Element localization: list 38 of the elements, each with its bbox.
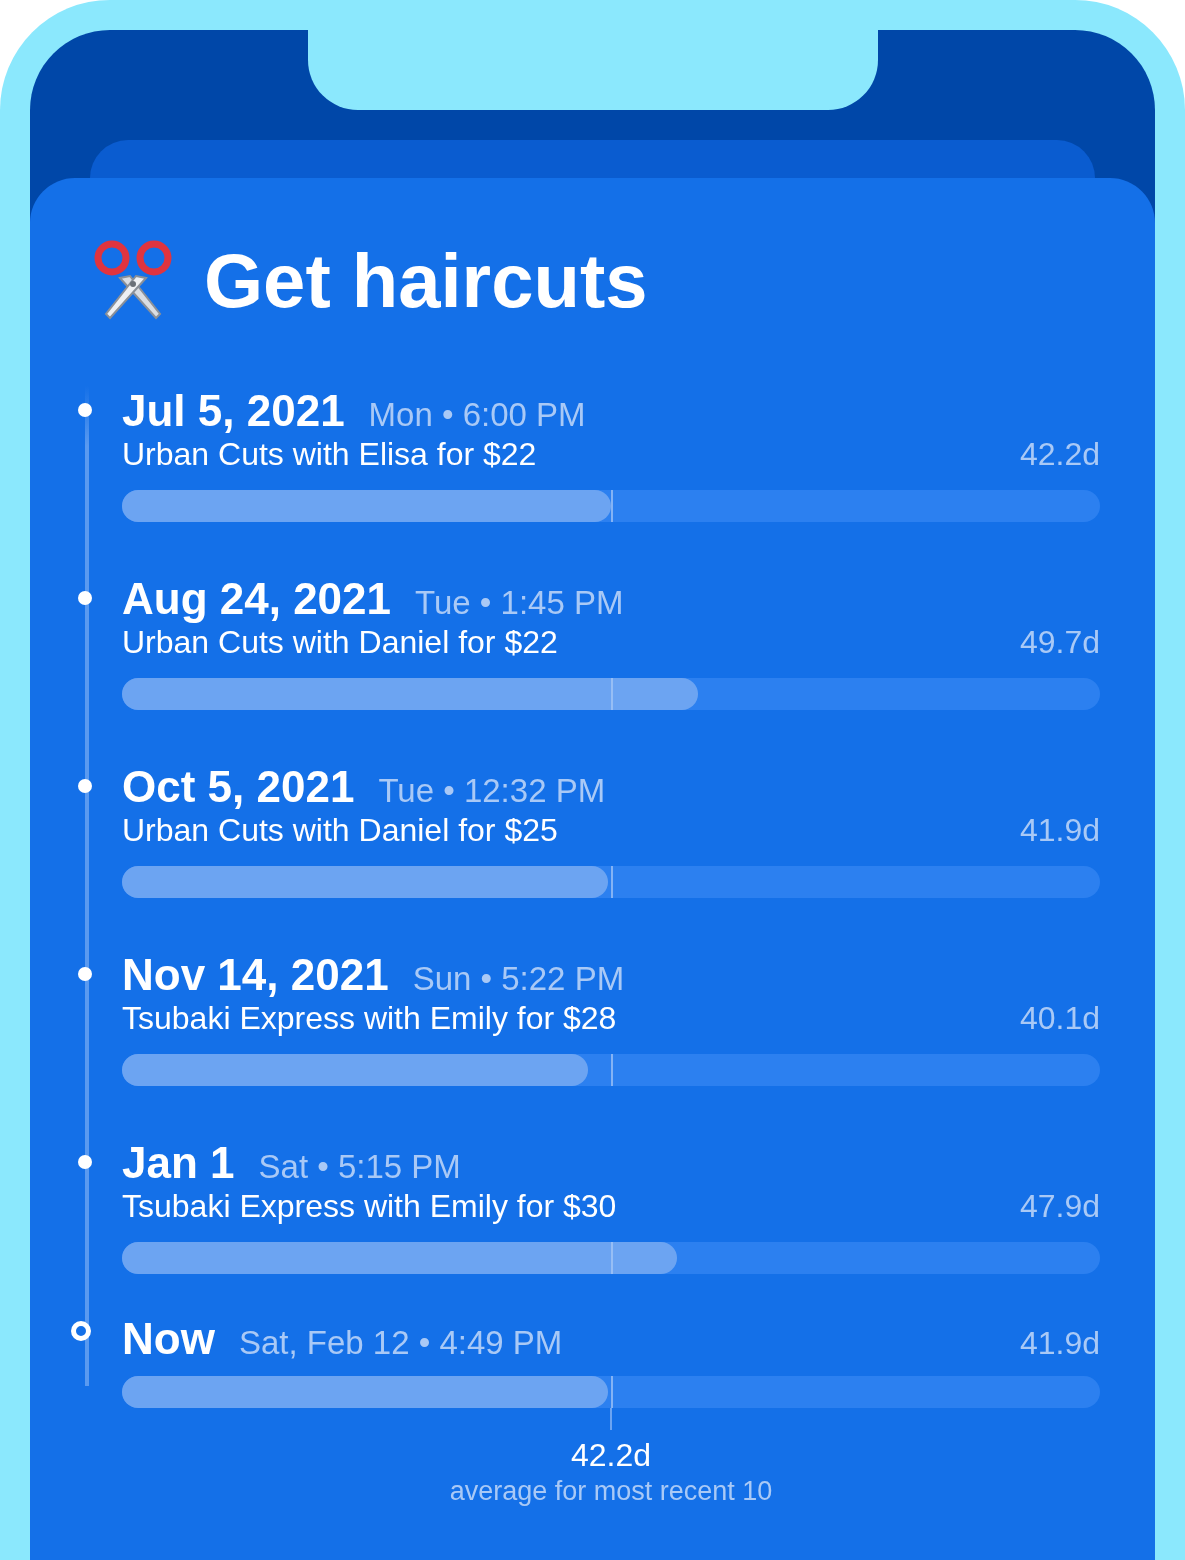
interval-value: 41.9d — [1019, 1325, 1100, 1362]
entry-description: Urban Cuts with Daniel for $25 — [122, 812, 558, 849]
average-marker — [611, 678, 613, 710]
now-marker-icon — [71, 1321, 91, 1341]
average-marker — [611, 1242, 613, 1274]
interval-value: 40.1d — [1019, 1000, 1100, 1037]
timeline-dot — [78, 403, 92, 417]
entry-date: Oct 5, 2021 — [122, 762, 355, 812]
timeline-dot — [78, 967, 92, 981]
average-caption: average for most recent 10 — [449, 1475, 773, 1508]
entry-time: Sat, Feb 12 • 4:49 PM — [238, 1324, 563, 1362]
entry-time: Sat • 5:15 PM — [258, 1148, 461, 1186]
interval-value: 47.9d — [1019, 1188, 1100, 1225]
average-marker — [611, 1054, 613, 1086]
average-marker — [611, 866, 613, 898]
entry-description: Tsubaki Express with Emily for $30 — [122, 1188, 617, 1225]
interval-value: 41.9d — [1019, 812, 1100, 849]
entry-time: Tue • 1:45 PM — [415, 584, 624, 622]
average-marker — [611, 1376, 613, 1408]
entry-description: Urban Cuts with Elisa for $22 — [122, 436, 537, 473]
timeline-dot — [78, 779, 92, 793]
entry-date: Nov 14, 2021 — [122, 950, 389, 1000]
entry-time: Sun • 5:22 PM — [412, 960, 625, 998]
entry-time: Tue • 12:32 PM — [378, 772, 606, 810]
entry-date: Now — [122, 1314, 215, 1364]
average-value: 42.2d — [570, 1436, 652, 1474]
entry-time: Mon • 6:00 PM — [368, 396, 586, 434]
entry-description: Tsubaki Express with Emily for $28 — [122, 1000, 617, 1037]
timeline-dot — [78, 591, 92, 605]
entry-date: Aug 24, 2021 — [122, 574, 392, 624]
average-marker — [611, 490, 613, 522]
entry-date: Jan 1 — [122, 1138, 235, 1188]
interval-value: 42.2d — [1019, 436, 1100, 473]
interval-value: 49.7d — [1019, 624, 1100, 661]
timeline-dot — [78, 1155, 92, 1169]
entry-date: Jul 5, 2021 — [122, 386, 345, 436]
habit-title: Get haircuts — [204, 237, 648, 325]
entry-description: Urban Cuts with Daniel for $22 — [122, 624, 558, 661]
